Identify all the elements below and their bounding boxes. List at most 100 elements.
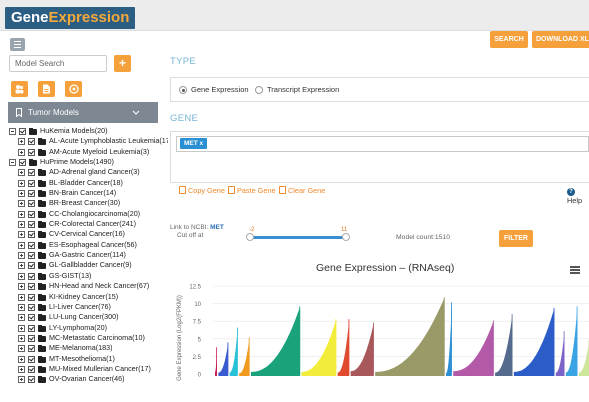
tree-item[interactable]: OV-Ovarian Cancer(46) [8,374,168,384]
tumor-models-header[interactable]: Tumor Models [8,102,158,123]
ncbi-gene-link[interactable]: MET [210,224,224,231]
collapse-icon[interactable] [9,159,16,167]
filter-button[interactable]: FILTER [499,230,533,247]
gene-tag-remove[interactable]: x [200,140,204,147]
gene-expression-label[interactable]: Gene Expression [191,85,249,94]
gene-expression-radio[interactable] [179,86,187,94]
gene-input[interactable] [176,136,589,152]
cutoff-max-handle[interactable] [342,233,350,241]
app-logo[interactable]: GeneExpression [5,7,136,29]
expand-icon[interactable] [18,138,25,146]
document-button[interactable] [38,81,55,97]
checkbox-icon[interactable] [28,303,35,311]
tree-item[interactable]: LY-Lymphoma(20) [8,323,168,333]
expand-icon[interactable] [18,303,25,311]
users-button[interactable] [11,81,28,97]
gene-tag-met[interactable]: MET x [180,138,208,149]
expand-icon[interactable] [18,355,25,363]
expand-icon[interactable] [18,190,25,198]
tree-item[interactable]: BR-Breast Cancer(30) [8,198,168,208]
checkbox-icon[interactable] [28,190,35,198]
checkbox-icon[interactable] [28,355,35,363]
checkbox-icon[interactable] [28,334,35,342]
checkbox-icon[interactable] [28,324,35,332]
tree-item[interactable]: GL-Gallbladder Cancer(9) [8,260,168,270]
collapse-icon[interactable] [9,128,16,135]
checkbox-icon[interactable] [28,345,35,353]
checkbox-icon[interactable] [28,148,35,156]
expand-icon[interactable] [18,334,25,342]
expand-icon[interactable] [18,241,25,249]
checkbox-icon[interactable] [28,241,35,249]
clear-gene-button[interactable]: Clear Gene [279,186,325,195]
expand-icon[interactable] [18,148,25,156]
checkbox-icon[interactable] [28,376,35,384]
model-search-input[interactable] [9,55,107,72]
expand-icon[interactable] [18,324,25,332]
checkbox-icon[interactable] [28,210,35,218]
tree-item[interactable]: BN-Brain Cancer(14) [8,188,168,198]
checkbox-icon[interactable] [28,221,35,229]
expand-icon[interactable] [18,262,25,270]
expand-icon[interactable] [18,210,25,218]
tree-item[interactable]: BL-Bladder Cancer(18) [8,178,168,188]
tree-item[interactable]: GS-GIST(13) [8,271,168,281]
tree-item[interactable]: CR-Colorectal Cancer(241) [8,219,168,229]
expand-icon[interactable] [18,200,25,208]
tree-item[interactable]: KI-Kidney Cancer(15) [8,292,168,302]
tree-item[interactable]: HuPrime Models(1490) [8,157,168,167]
checkbox-icon[interactable] [28,138,35,146]
checkbox-icon[interactable] [28,252,35,260]
paste-gene-button[interactable]: Paste Gene [228,186,276,195]
checkbox-icon[interactable] [28,200,35,208]
expand-icon[interactable] [18,376,25,384]
expand-icon[interactable] [18,221,25,229]
tree-item[interactable]: ES-Esophageal Cancer(56) [8,240,168,250]
checkbox-icon[interactable] [28,169,35,177]
tree-item[interactable]: LU-Lung Cancer(300) [8,312,168,322]
search-button[interactable]: SEARCH [490,31,528,48]
checkbox-icon[interactable] [28,231,35,239]
expand-icon[interactable] [18,272,25,280]
help-link[interactable]: ?Help [567,186,589,205]
expand-icon[interactable] [18,283,25,291]
tree-item[interactable]: AM-Acute Myeloid Leukemia(3) [8,147,168,157]
checkbox-icon[interactable] [28,283,35,291]
tree-item[interactable]: AD-Adrenal gland Cancer(3) [8,167,168,177]
expand-icon[interactable] [18,293,25,301]
cutoff-min-handle[interactable] [246,233,254,241]
chart-menu-icon[interactable] [570,266,580,274]
checkbox-icon[interactable] [28,365,35,373]
transcript-expression-radio[interactable] [255,86,263,94]
checkbox-icon[interactable] [28,179,35,187]
expand-icon[interactable] [18,179,25,187]
expand-icon[interactable] [18,314,25,322]
tree-item[interactable]: MT-Mesothelioma(1) [8,354,168,364]
checkbox-icon[interactable] [28,293,35,301]
checkbox-icon[interactable] [28,262,35,270]
tree-item[interactable]: HuKemia Models(20) [8,126,168,136]
checkbox-icon[interactable] [19,159,26,167]
tree-item[interactable]: HN-Head and Neck Cancer(67) [8,281,168,291]
checkbox-icon[interactable] [28,314,35,322]
tree-item[interactable]: MU-Mixed Mullerian Cancer(17) [8,364,168,374]
tree-item[interactable]: AL-Acute Lymphoblastic Leukemia(17) [8,136,168,146]
tree-item[interactable]: LI-Liver Cancer(76) [8,302,168,312]
tree-item[interactable]: MC-Metastatic Carcinoma(10) [8,333,168,343]
expand-icon[interactable] [18,252,25,260]
expand-icon[interactable] [18,365,25,373]
tree-item[interactable]: CC-Cholangiocarcinoma(20) [8,209,168,219]
tree-item[interactable]: CV-Cervical Cancer(16) [8,229,168,239]
download-xls-button[interactable]: DOWNLOAD XLS [532,31,589,48]
copy-gene-button[interactable]: Copy Gene [179,186,225,195]
tree-item[interactable]: GA-Gastric Cancer(114) [8,250,168,260]
expand-icon[interactable] [18,169,25,177]
menu-icon[interactable] [10,38,25,51]
expand-icon[interactable] [18,231,25,239]
expand-icon[interactable] [18,345,25,353]
checkbox-icon[interactable] [19,128,26,135]
settings-button[interactable] [65,81,82,97]
tree-item[interactable]: ME-Melanoma(183) [8,343,168,353]
transcript-expression-label[interactable]: Transcript Expression [267,85,339,94]
checkbox-icon[interactable] [28,272,35,280]
